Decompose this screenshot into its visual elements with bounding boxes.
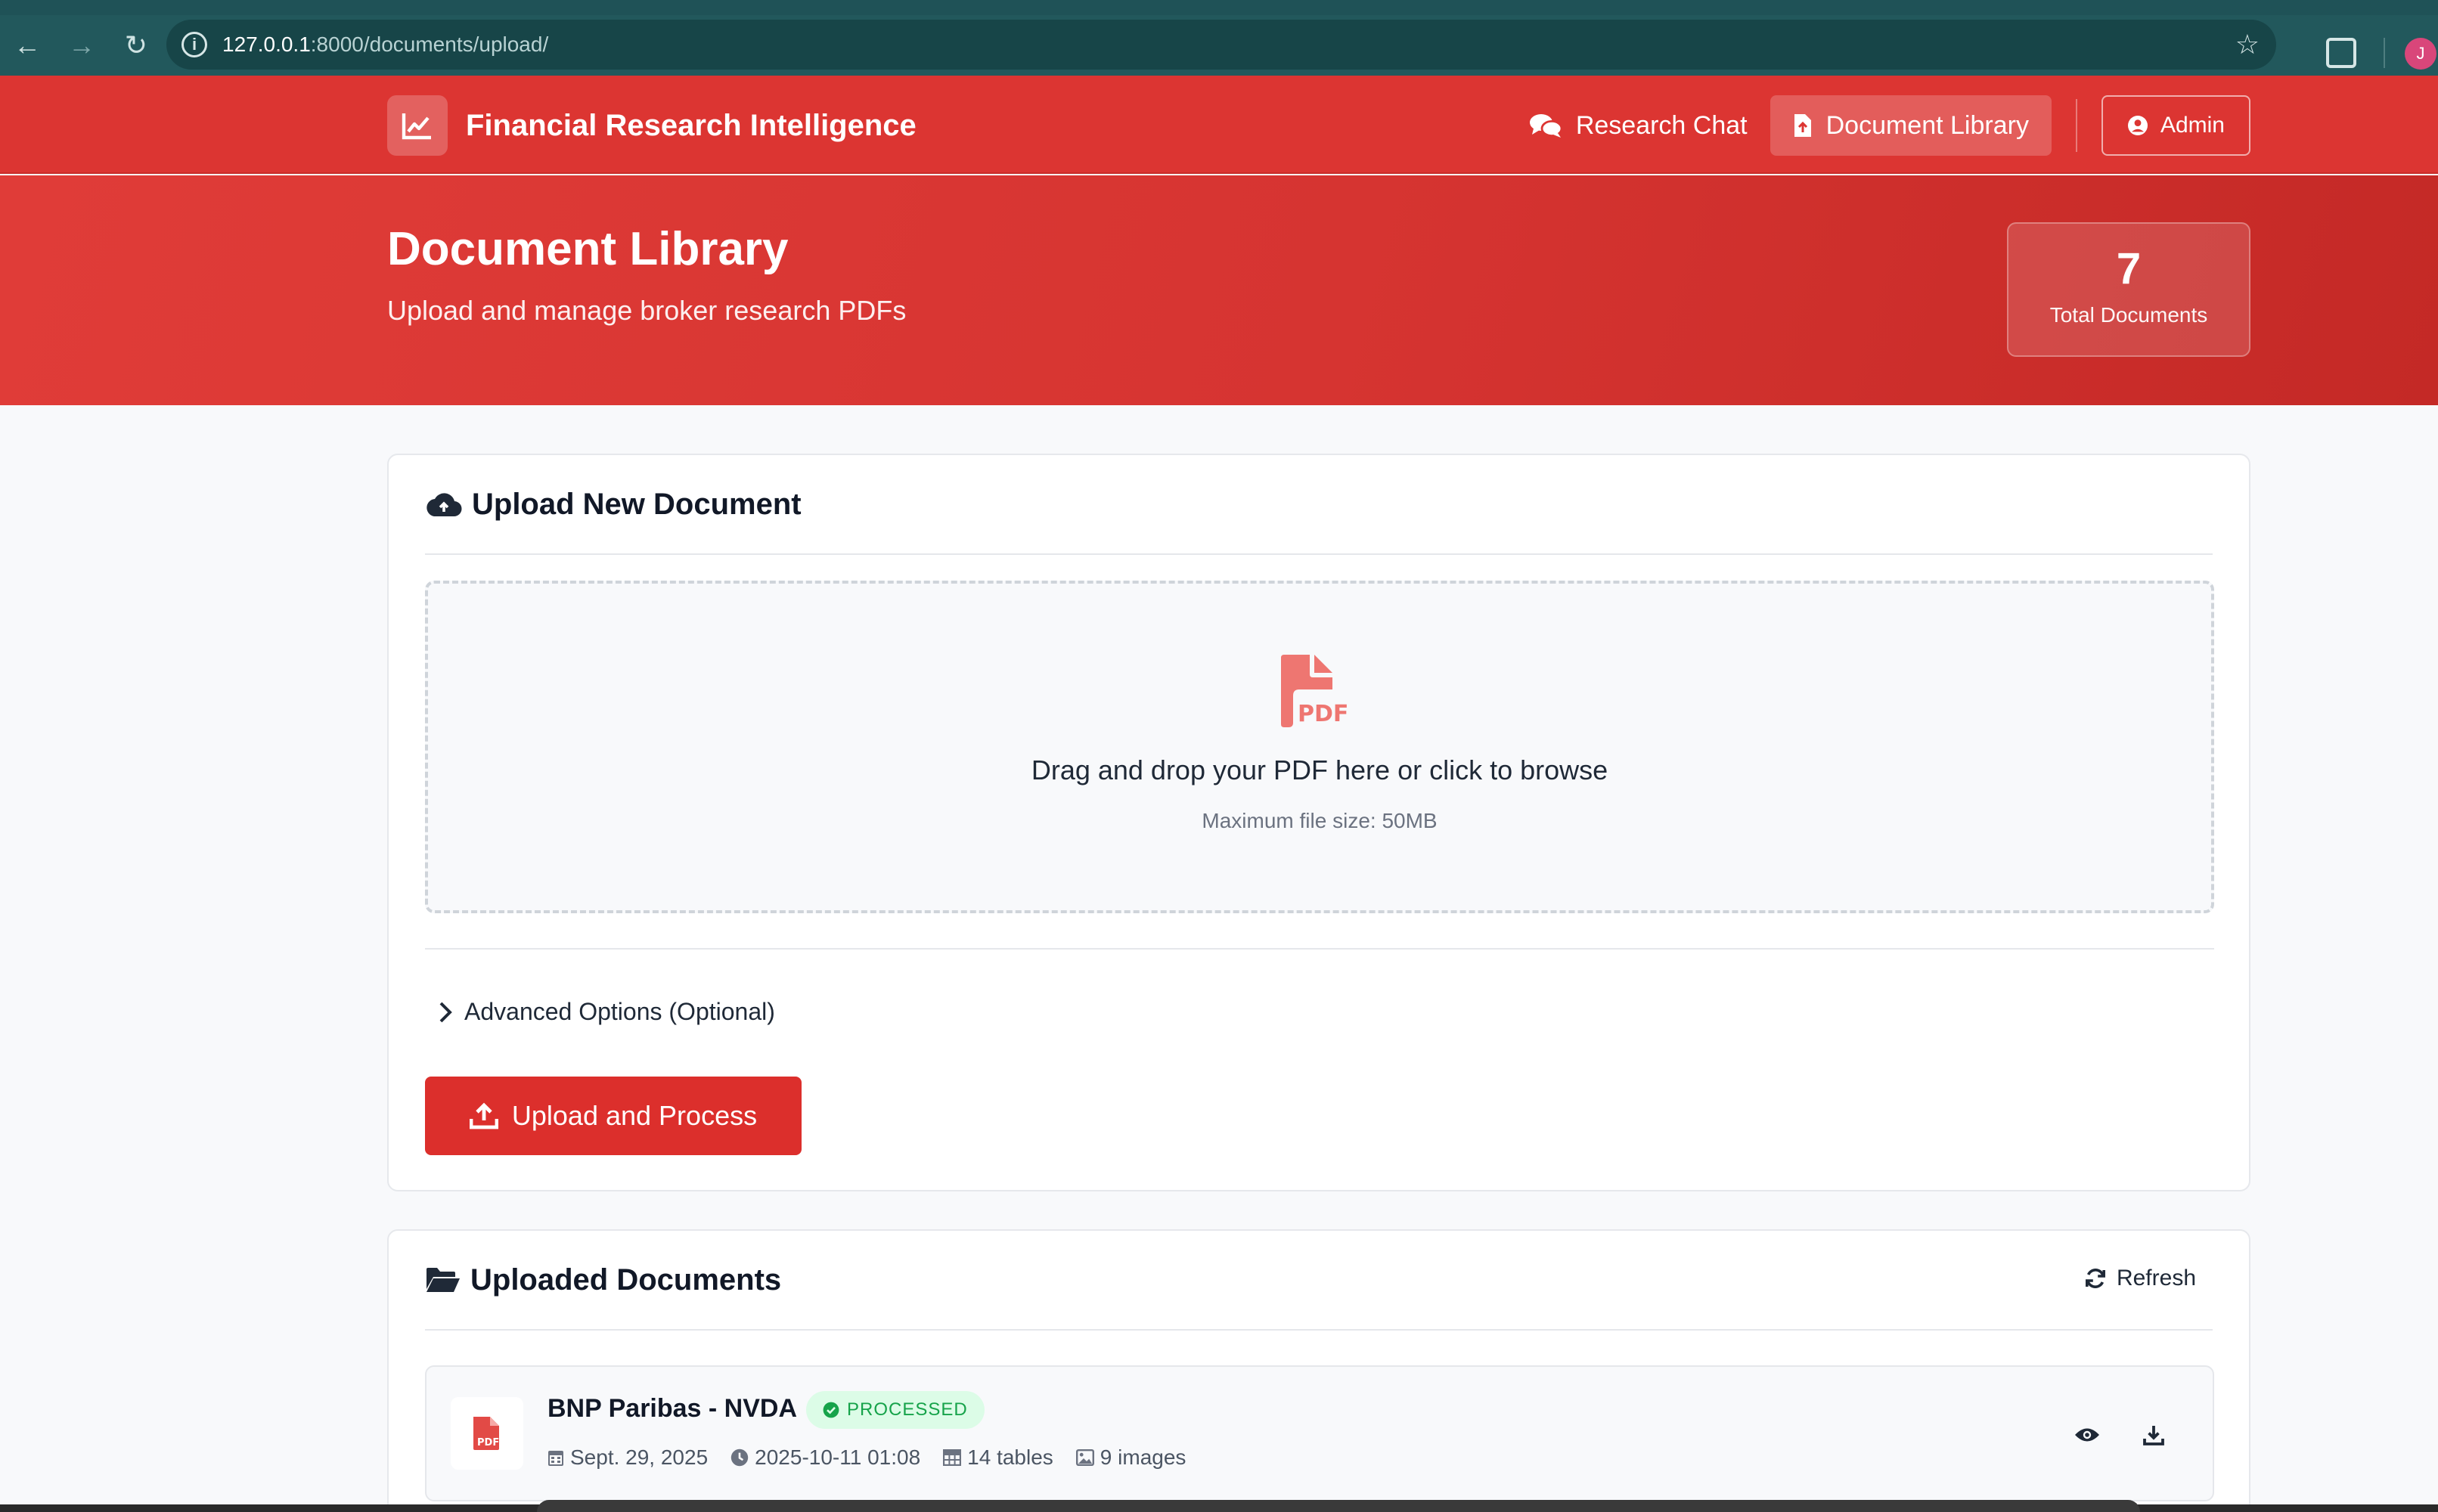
profile-avatar[interactable]: J [2405,38,2436,70]
download-icon[interactable] [2132,1414,2175,1456]
upload-arrow-icon [469,1102,498,1129]
dropzone-hint: Maximum file size: 50MB [1202,809,1438,832]
hero-banner: Document Library Upload and manage broke… [0,175,2438,405]
status-badge: PROCESSED [806,1391,985,1429]
chat-bubbles-icon [1529,112,1562,139]
page-title: Document Library [387,223,789,275]
meta-date: Sept. 29, 2025 [547,1445,708,1470]
file-upload-icon [1793,113,1813,138]
calendar-icon [547,1448,564,1467]
forward-arrow-icon[interactable]: → [54,15,109,76]
extensions-icon[interactable] [2326,38,2356,68]
document-meta: Sept. 29, 2025 2025-10-11 01:08 14 table… [547,1445,1208,1470]
image-icon [1075,1449,1094,1466]
brand[interactable]: Financial Research Intelligence [387,95,917,156]
document-list-item[interactable]: PDF BNP Paribas - NVDA PROCESSED Sept. 2… [425,1365,2214,1501]
upload-card-title: Upload New Document [472,487,802,521]
advanced-options-toggle[interactable]: Advanced Options (Optional) [439,998,775,1026]
document-name[interactable]: BNP Paribas - NVDA [547,1394,797,1424]
stat-label: Total Documents [2049,303,2208,327]
uploaded-documents-card: Uploaded Documents Refresh PDF BNP Parib… [387,1229,2250,1512]
bookmark-star-icon[interactable]: ☆ [2235,29,2260,60]
meta-tables: 14 tables [943,1445,1053,1470]
upload-card-header: Upload New Document [425,455,2213,555]
chart-line-icon [387,95,448,156]
meta-images: 9 images [1075,1445,1186,1470]
svg-text:PDF: PDF [477,1437,499,1448]
pdf-file-icon: PDF [1278,653,1354,733]
reload-icon[interactable]: ↻ [109,15,163,76]
pdf-file-icon: PDF [451,1397,523,1470]
app-header: Financial Research Intelligence Research… [0,76,2438,174]
browser-tab-strip [0,0,2438,15]
documents-card-header: Uploaded Documents Refresh [425,1231,2213,1331]
page-subtitle: Upload and manage broker research PDFs [387,295,907,326]
user-circle-icon [2127,115,2148,136]
os-dock [537,1500,2140,1512]
dropzone-title: Drag and drop your PDF here or click to … [1031,754,1608,785]
refresh-button[interactable]: Refresh [2085,1266,2196,1291]
nav-research-chat[interactable]: Research Chat [1506,95,1770,156]
table-icon [943,1449,962,1466]
upload-card: Upload New Document PDF Drag and drop yo… [387,454,2250,1191]
url-text: 127.0.0.1:8000/documents/upload/ [222,33,549,56]
upload-and-process-button[interactable]: Upload and Process [425,1077,802,1155]
nav-document-library[interactable]: Document Library [1770,95,2052,156]
brand-title: Financial Research Intelligence [466,108,917,142]
back-arrow-icon[interactable]: ← [0,15,54,76]
pdf-dropzone[interactable]: PDF Drag and drop your PDF here or click… [425,581,2214,913]
documents-card-title: Uploaded Documents [470,1263,782,1297]
folder-open-icon [425,1266,461,1294]
svg-text:PDF: PDF [1298,701,1348,727]
chevron-right-icon [439,1001,452,1024]
document-actions [2042,1414,2175,1456]
meta-processed-time: 2025-10-11 01:08 [730,1445,920,1470]
clock-icon [730,1448,749,1467]
view-eye-icon[interactable] [2066,1414,2108,1456]
refresh-icon [2085,1268,2106,1289]
main-nav: Research Chat Document Library Admin [1506,95,2250,156]
address-bar[interactable]: i 127.0.0.1:8000/documents/upload/ ☆ [166,20,2276,70]
cloud-upload-icon [425,491,463,518]
admin-button[interactable]: Admin [2101,95,2250,156]
stat-value: 7 [2116,244,2142,293]
check-circle-icon [823,1402,839,1418]
divider [425,948,2214,950]
site-info-icon[interactable]: i [181,32,207,57]
toolbar-divider [2384,38,2385,68]
total-documents-stat: 7 Total Documents [2007,222,2250,357]
browser-toolbar: ← → ↻ i 127.0.0.1:8000/documents/upload/… [0,15,2438,76]
nav-divider [2075,99,2077,152]
